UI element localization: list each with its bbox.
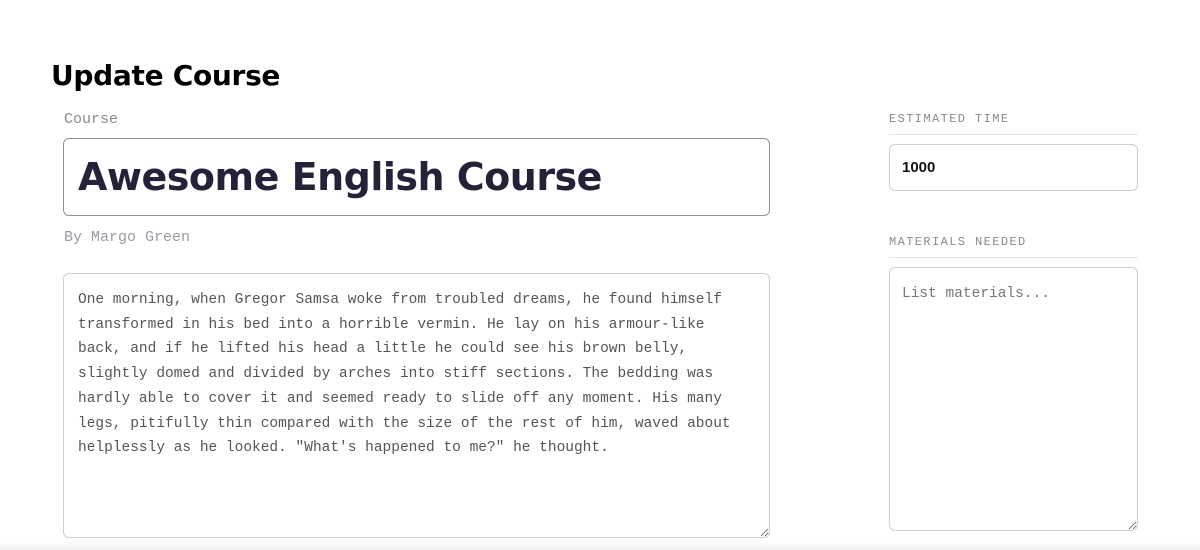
estimated-time-input[interactable]: [889, 144, 1138, 191]
course-author: By Margo Green: [64, 229, 191, 246]
course-label: Course: [64, 111, 119, 128]
course-title-input[interactable]: [63, 138, 770, 216]
page-title: Update Course: [51, 59, 281, 92]
estimated-time-label: ESTIMATED TIME: [889, 111, 1138, 135]
course-description-textarea[interactable]: One morning, when Gregor Samsa woke from…: [63, 273, 770, 538]
materials-needed-textarea[interactable]: [889, 267, 1138, 531]
materials-needed-label: MATERIALS NEEDED: [889, 234, 1138, 258]
bottom-edge-shadow: [0, 542, 1200, 550]
